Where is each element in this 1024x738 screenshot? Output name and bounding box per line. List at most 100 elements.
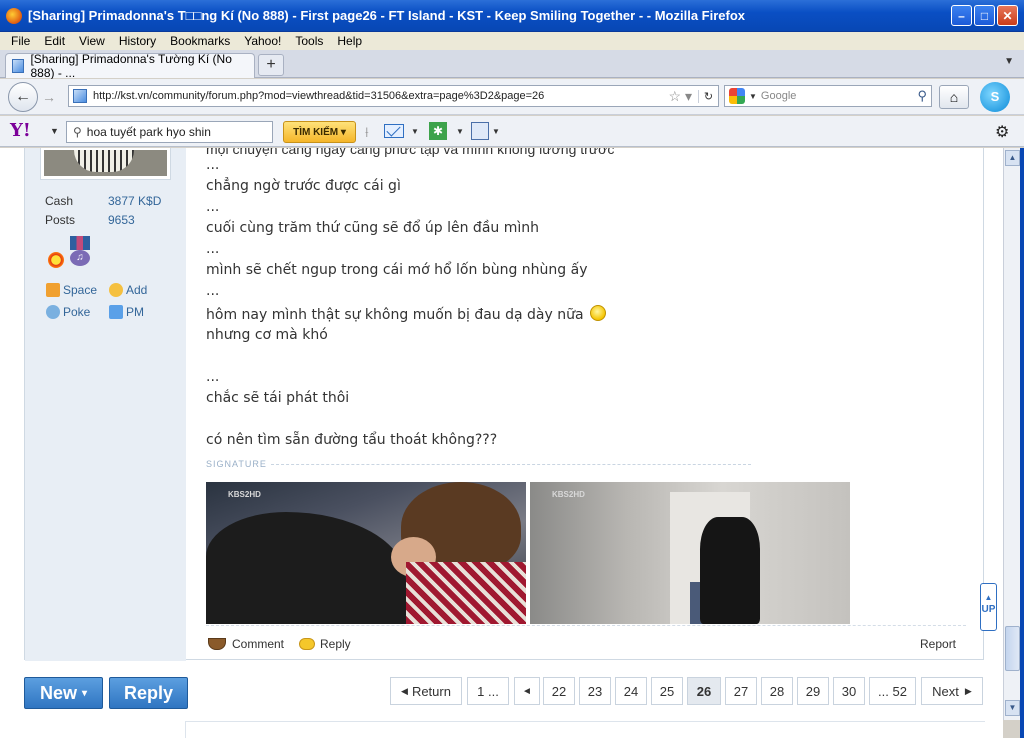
image-figure bbox=[406, 562, 526, 624]
home-button[interactable]: ⌂ bbox=[939, 85, 969, 109]
poke-icon bbox=[46, 305, 60, 319]
cash-value: 3877 K$D bbox=[108, 194, 162, 208]
scroll-down-arrow-icon[interactable]: ▼ bbox=[1005, 700, 1020, 716]
url-text[interactable]: http://kst.vn/community/forum.php?mod=vi… bbox=[93, 90, 669, 102]
coffee-icon bbox=[208, 638, 226, 650]
scrollbar-thumb[interactable] bbox=[1005, 626, 1020, 671]
new-thread-button[interactable]: New ▾ bbox=[24, 677, 103, 709]
skype-icon[interactable]: S bbox=[980, 82, 1010, 112]
reply-label: Reply bbox=[320, 637, 351, 651]
search-input[interactable]: Google bbox=[761, 90, 918, 102]
pagination-page[interactable]: 24 bbox=[615, 677, 647, 705]
bookmark-star-icon[interactable]: ☆ ▾ bbox=[669, 88, 692, 105]
menu-history[interactable]: History bbox=[112, 34, 163, 48]
pagination-last[interactable]: ... 52 bbox=[869, 677, 916, 705]
image-figure bbox=[700, 517, 760, 624]
pagination-page[interactable]: 29 bbox=[797, 677, 829, 705]
google-icon[interactable] bbox=[729, 88, 745, 104]
search-box[interactable]: ▼ Google ⚲ bbox=[724, 85, 932, 107]
menu-tools[interactable]: Tools bbox=[288, 34, 330, 48]
comment-label: Comment bbox=[232, 637, 285, 651]
tab-active[interactable]: [Sharing] Primadonna's Tường Kí (No 888)… bbox=[5, 52, 255, 80]
signature-label: SIGNATURE bbox=[206, 459, 267, 469]
reload-icon[interactable]: ↻ bbox=[698, 89, 718, 103]
flower-chevron-icon[interactable]: ▼ bbox=[456, 127, 464, 136]
music-medal-icon[interactable]: ♫ bbox=[70, 250, 90, 266]
search-engine-chevron-icon[interactable]: ▼ bbox=[749, 92, 757, 101]
post-line: ... bbox=[206, 241, 220, 257]
post-line: ... bbox=[206, 369, 220, 385]
menu-bookmarks[interactable]: Bookmarks bbox=[163, 34, 237, 48]
search-icon[interactable]: ⚲ bbox=[917, 88, 927, 104]
signature-image-left[interactable]: KBS2HD bbox=[206, 482, 526, 624]
smiley-icon bbox=[590, 305, 607, 321]
pm-link-label: PM bbox=[126, 305, 144, 319]
menu-edit[interactable]: Edit bbox=[37, 34, 72, 48]
reply-link[interactable]: Reply bbox=[299, 637, 351, 651]
post-line: chắc sẽ tái phát thôi bbox=[206, 390, 350, 406]
toolbar-separator: ⟊ bbox=[365, 124, 369, 140]
posts-value[interactable]: 9653 bbox=[108, 213, 135, 227]
pagination-return[interactable]: ◀ Return bbox=[390, 677, 462, 705]
menu-yahoo[interactable]: Yahoo! bbox=[237, 34, 288, 48]
signature-image-right[interactable]: KBS2HD bbox=[530, 482, 850, 624]
scroll-up-arrow-icon[interactable]: ▲ bbox=[1005, 150, 1020, 166]
signature-divider: SIGNATURE bbox=[206, 459, 751, 469]
post-line: chẳng ngờ trước được cái gì bbox=[206, 178, 401, 194]
pagination-prev[interactable]: ◄ bbox=[514, 677, 540, 705]
scroll-to-top-button[interactable]: ▲ UP bbox=[980, 583, 997, 631]
signature-dash bbox=[270, 463, 751, 465]
yahoo-logo[interactable]: Y! bbox=[10, 120, 44, 142]
pagination-page[interactable]: 28 bbox=[761, 677, 793, 705]
post-footer-divider bbox=[206, 625, 966, 626]
yahoo-search-button[interactable]: TÌM KIẾM ▾ bbox=[283, 121, 356, 143]
close-button[interactable]: ✕ bbox=[997, 5, 1018, 26]
pm-link[interactable]: PM bbox=[109, 305, 144, 319]
pagination-page[interactable]: 27 bbox=[725, 677, 757, 705]
post-line-text: hôm nay mình thật sự không muốn bị đau d… bbox=[206, 307, 584, 323]
pagination-page[interactable]: 30 bbox=[833, 677, 865, 705]
menu-file[interactable]: File bbox=[4, 34, 37, 48]
yahoo-search-value[interactable]: hoa tuyết park hyo shin bbox=[87, 125, 211, 139]
pagination-page[interactable]: 25 bbox=[651, 677, 683, 705]
forward-button[interactable]: → bbox=[38, 87, 60, 107]
notepad-chevron-icon[interactable]: ▼ bbox=[492, 127, 500, 136]
poke-link[interactable]: Poke bbox=[46, 305, 90, 319]
post-line: cuối cùng trăm thứ cũng sẽ đổ úp lên đầu… bbox=[206, 220, 539, 236]
tab-list-chevron-icon[interactable]: ▼ bbox=[1004, 56, 1014, 67]
pagination-first[interactable]: 1 ... bbox=[467, 677, 509, 705]
new-tab-button[interactable]: + bbox=[258, 54, 284, 76]
reply-button[interactable]: Reply bbox=[109, 677, 188, 709]
gear-icon[interactable]: ⚙ bbox=[995, 122, 1009, 142]
yahoo-search-input[interactable]: ⚲ hoa tuyết park hyo shin bbox=[66, 121, 273, 143]
space-link[interactable]: Space bbox=[46, 283, 97, 297]
pagination-next[interactable]: Next ▶ bbox=[921, 677, 983, 705]
flower-icon[interactable]: ✱ bbox=[429, 122, 447, 140]
back-button[interactable]: ← bbox=[8, 82, 38, 112]
notepad-icon[interactable] bbox=[471, 122, 489, 140]
mail-chevron-icon[interactable]: ▼ bbox=[411, 127, 419, 136]
pagination-page[interactable]: 22 bbox=[543, 677, 575, 705]
post-line: ... bbox=[206, 157, 220, 173]
sun-medal-icon[interactable] bbox=[48, 252, 64, 268]
home-icon bbox=[46, 283, 60, 297]
minimize-button[interactable]: – bbox=[951, 5, 972, 26]
menu-help[interactable]: Help bbox=[330, 34, 369, 48]
maximize-button[interactable]: □ bbox=[974, 5, 995, 26]
report-link[interactable]: Report bbox=[920, 637, 956, 651]
watermark: KBS2HD bbox=[552, 490, 585, 499]
avatar[interactable] bbox=[41, 148, 170, 179]
medal-ribbon-icon bbox=[70, 236, 90, 250]
new-button-label: New bbox=[39, 682, 77, 703]
add-friend-link[interactable]: Add bbox=[109, 283, 147, 297]
yahoo-chevron-icon[interactable]: ▼ bbox=[50, 126, 59, 136]
vertical-scrollbar[interactable]: ▲ ▼ bbox=[1003, 148, 1020, 720]
post-line: có nên tìm sẵn đường tẩu thoát không??? bbox=[206, 432, 498, 448]
comment-link[interactable]: Comment bbox=[208, 637, 284, 651]
pagination-page[interactable]: 23 bbox=[579, 677, 611, 705]
address-bar[interactable]: http://kst.vn/community/forum.php?mod=vi… bbox=[68, 85, 719, 107]
mail-icon[interactable] bbox=[384, 124, 404, 138]
poke-link-label: Poke bbox=[63, 305, 91, 319]
menu-view[interactable]: View bbox=[72, 34, 112, 48]
chevron-down-icon: ▾ bbox=[82, 687, 88, 699]
